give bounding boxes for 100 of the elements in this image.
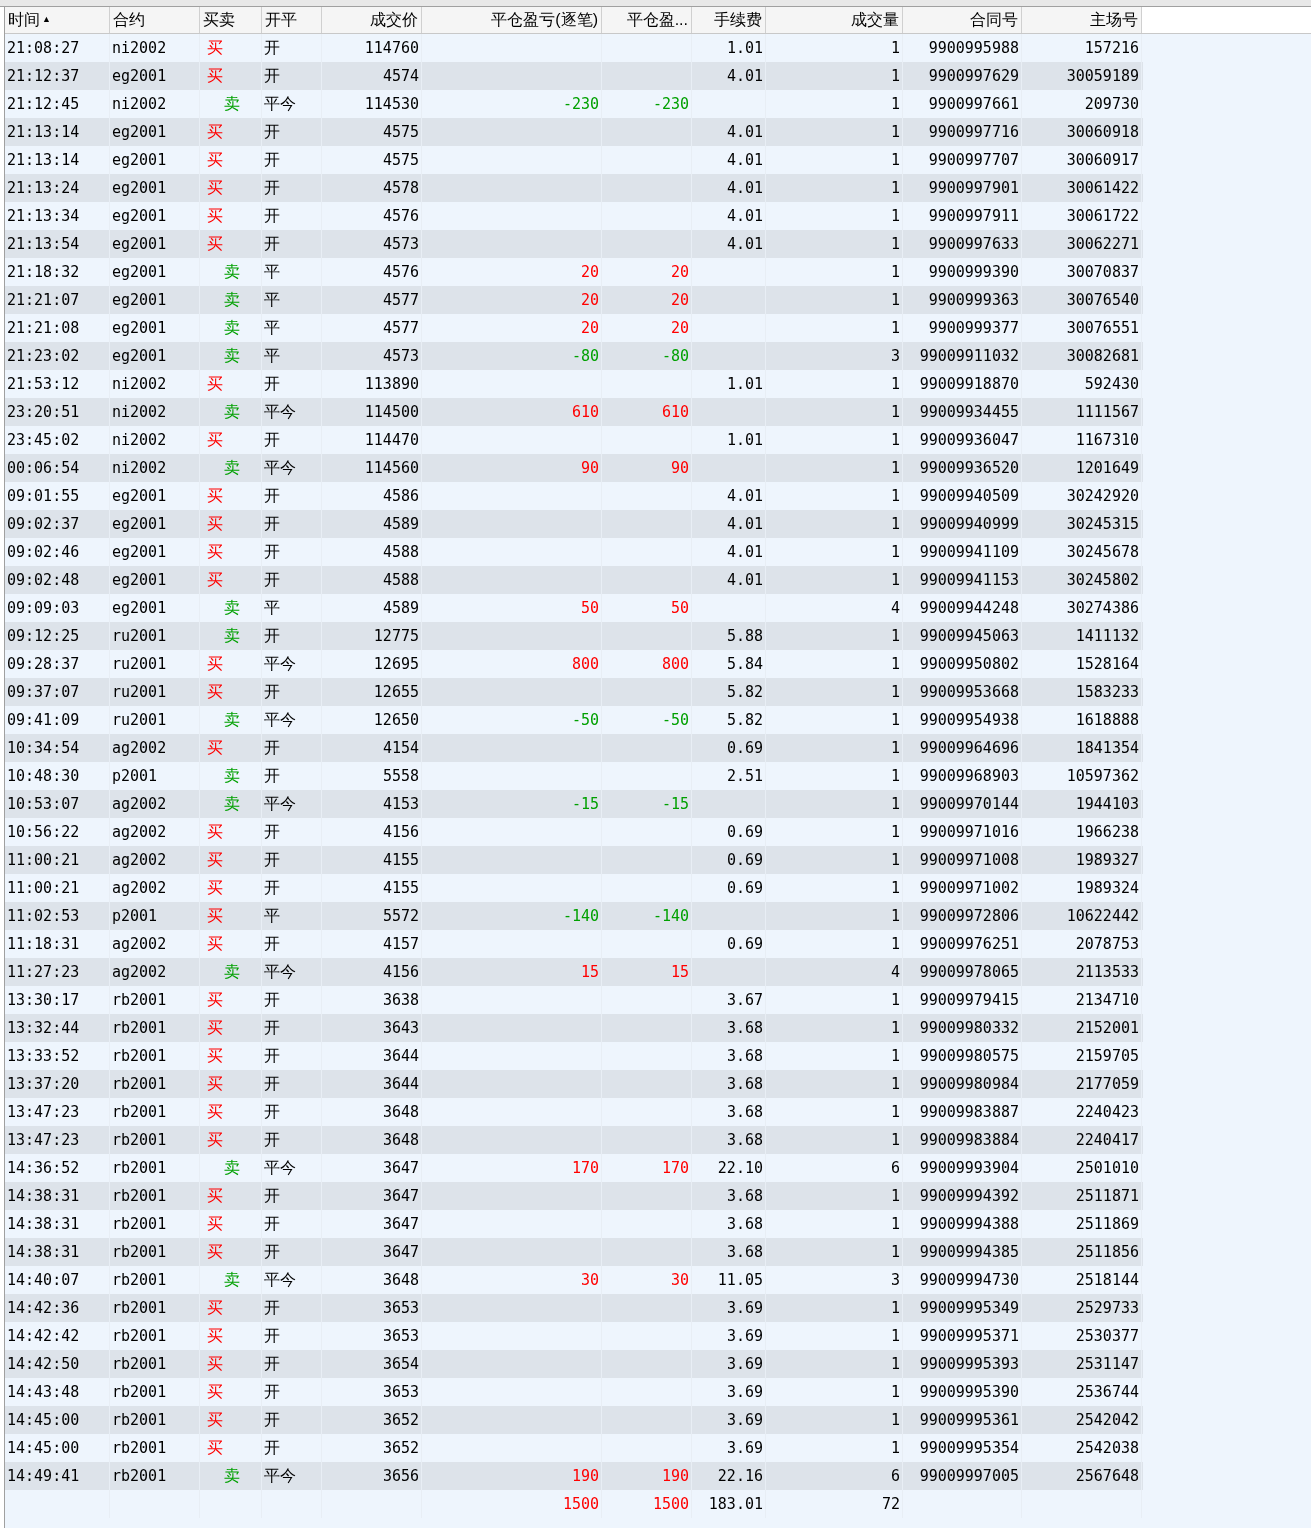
table-row[interactable]: 13:30:17 rb2001 买 开 3638 3.67 1 99009979415 2134710 <box>5 986 1143 1014</box>
column-header[interactable]: 合约 <box>110 7 200 33</box>
table-row[interactable]: 21:13:14 eg2001 买 开 4575 4.01 1 9900997707 30060917 <box>5 146 1143 174</box>
table-cell-text: 买 <box>206 234 223 254</box>
table-row[interactable]: 14:38:31 rb2001 买 开 3647 3.68 1 99009994385 2511856 <box>5 1238 1143 1266</box>
table-cell-text: 99009936520 <box>919 457 1019 479</box>
table-cell-text: 4578 <box>382 177 419 199</box>
table-row[interactable]: 11:02:53 p2001 买 平 5572 -140 -140 1 99009972806 10622442 <box>5 902 1143 930</box>
column-header[interactable]: 平仓盈... <box>602 7 692 33</box>
table-row[interactable]: 10:34:54 ag2002 买 开 4154 0.69 1 99009964696 1841354 <box>5 734 1143 762</box>
table-cell-text: 2542038 <box>1075 1437 1139 1459</box>
table-cell-text: ag2002 <box>112 849 167 871</box>
table-row[interactable]: 21:18:32 eg2001 卖 平 4576 20 20 1 9900999390 30070837 <box>5 258 1143 286</box>
table-cell-text: 14:38:31 <box>7 1241 80 1263</box>
table-row[interactable]: 21:13:14 eg2001 买 开 4575 4.01 1 9900997716 30060918 <box>5 118 1143 146</box>
table-cell-text: 21:21:07 <box>7 289 80 311</box>
column-header[interactable]: 成交量 <box>766 7 903 33</box>
table-cell-text: eg2001 <box>112 513 167 535</box>
table-row[interactable]: 21:08:27 ni2002 买 开 114760 1.01 1 9900995988 157216 <box>5 34 1143 62</box>
table-row[interactable]: 11:18:31 ag2002 买 开 4157 0.69 1 99009976251 2078753 <box>5 930 1143 958</box>
table-row[interactable]: 14:38:31 rb2001 买 开 3647 3.68 1 99009994392 2511871 <box>5 1182 1143 1210</box>
table-row[interactable]: 13:32:44 rb2001 买 开 3643 3.68 1 99009980332 2152001 <box>5 1014 1143 1042</box>
table-cell-text: 买 <box>206 850 223 870</box>
table-cell-text: 99009995349 <box>919 1297 1019 1319</box>
column-header[interactable]: 手续费 <box>692 7 766 33</box>
table-row[interactable]: 14:43:48 rb2001 买 开 3653 3.69 1 99009995390 2536744 <box>5 1378 1143 1406</box>
table-row[interactable]: 09:02:48 eg2001 买 开 4588 4.01 1 99009941153 30245802 <box>5 566 1143 594</box>
table-cell-text: 1583233 <box>1075 681 1139 703</box>
table-cell-text: 卖 <box>223 290 240 310</box>
table-row[interactable]: 21:53:12 ni2002 买 开 113890 1.01 1 99009918870 592430 <box>5 370 1143 398</box>
table-row[interactable]: 00:06:54 ni2002 卖 平今 114560 90 90 1 99009936520 1201649 <box>5 454 1143 482</box>
table-cell-text: 平今 <box>264 1158 296 1178</box>
table-cell-text: 20 <box>580 261 599 283</box>
table-row[interactable]: 23:45:02 ni2002 买 开 114470 1.01 1 99009936047 1167310 <box>5 426 1143 454</box>
table-row[interactable]: 13:37:20 rb2001 买 开 3644 3.68 1 99009980984 2177059 <box>5 1070 1143 1098</box>
table-row[interactable]: 23:20:51 ni2002 卖 平今 114500 610 610 1 99009934455 1111567 <box>5 398 1143 426</box>
column-header[interactable]: 买卖 <box>200 7 262 33</box>
table-cell-text: 卖 <box>223 626 240 646</box>
table-row[interactable]: 21:21:08 eg2001 卖 平 4577 20 20 1 9900999377 30076551 <box>5 314 1143 342</box>
table-row[interactable]: 09:37:07 ru2001 买 开 12655 5.82 1 99009953668 1583233 <box>5 678 1143 706</box>
table-cell-text: 1111567 <box>1075 401 1139 423</box>
table-cell-text: 1 <box>890 765 900 787</box>
column-header[interactable]: 平仓盈亏(逐笔) <box>422 7 602 33</box>
table-row[interactable]: 13:33:52 rb2001 买 开 3644 3.68 1 99009980575 2159705 <box>5 1042 1143 1070</box>
table-cell-text: 3.68 <box>726 1045 763 1067</box>
table-row[interactable]: 14:49:41 rb2001 卖 平今 3656 190 190 22.16 6 99009997005 2567648 <box>5 1462 1143 1490</box>
table-cell-text: 卖 <box>223 1158 240 1178</box>
table-cell-text: 2240423 <box>1075 1101 1139 1123</box>
table-row[interactable]: 14:38:31 rb2001 买 开 3647 3.68 1 99009994388 2511869 <box>5 1210 1143 1238</box>
table-row[interactable]: 14:36:52 rb2001 卖 平今 3647 170 170 22.10 6 99009993904 2501010 <box>5 1154 1143 1182</box>
table-cell-text: 99009976251 <box>919 933 1019 955</box>
table-cell-text: 3.69 <box>726 1297 763 1319</box>
table-cell-text: 99009979415 <box>919 989 1019 1011</box>
table-row[interactable]: 09:28:37 ru2001 买 平今 12695 800 800 5.84 1 99009950802 1528164 <box>5 650 1143 678</box>
table-cell-text: 99009995354 <box>919 1437 1019 1459</box>
column-header[interactable]: 合同号 <box>903 7 1022 33</box>
table-row[interactable]: 11:27:23 ag2002 卖 平今 4156 15 15 4 99009978065 2113533 <box>5 958 1143 986</box>
table-row[interactable]: 09:09:03 eg2001 卖 平 4589 50 50 4 99009944248 30274386 <box>5 594 1143 622</box>
table-row[interactable]: 09:02:46 eg2001 买 开 4588 4.01 1 99009941109 30245678 <box>5 538 1143 566</box>
table-row[interactable]: 21:13:54 eg2001 买 开 4573 4.01 1 9900997633 30062271 <box>5 230 1143 258</box>
column-header[interactable]: 开平 <box>262 7 322 33</box>
table-row[interactable]: 10:56:22 ag2002 买 开 4156 0.69 1 99009971016 1966238 <box>5 818 1143 846</box>
table-row[interactable]: 21:12:45 ni2002 卖 平今 114530 -230 -230 1 9900997661 209730 <box>5 90 1143 118</box>
table-row[interactable]: 11:00:21 ag2002 买 开 4155 0.69 1 99009971008 1989327 <box>5 846 1143 874</box>
table-row[interactable]: 21:13:24 eg2001 买 开 4578 4.01 1 9900997901 30061422 <box>5 174 1143 202</box>
table-row[interactable]: 14:42:36 rb2001 买 开 3653 3.69 1 99009995349 2529733 <box>5 1294 1143 1322</box>
table-row[interactable]: 11:00:21 ag2002 买 开 4155 0.69 1 99009971002 1989324 <box>5 874 1143 902</box>
table-cell-text: 卖 <box>223 710 240 730</box>
table-row[interactable]: 13:47:23 rb2001 买 开 3648 3.68 1 99009983887 2240423 <box>5 1098 1143 1126</box>
table-row[interactable]: 21:23:02 eg2001 卖 平 4573 -80 -80 3 99009911032 30082681 <box>5 342 1143 370</box>
column-header[interactable]: 时间▲ <box>5 7 110 33</box>
table-cell-text: 157216 <box>1084 37 1139 59</box>
table-row[interactable]: 14:42:42 rb2001 买 开 3653 3.69 1 99009995371 2530377 <box>5 1322 1143 1350</box>
table-row[interactable]: 14:45:00 rb2001 买 开 3652 3.69 1 99009995354 2542038 <box>5 1434 1143 1462</box>
table-cell-text: 15 <box>580 961 599 983</box>
table-cell-text: 99009940999 <box>919 513 1019 535</box>
table-row[interactable]: 21:21:07 eg2001 卖 平 4577 20 20 1 9900999363 30076540 <box>5 286 1143 314</box>
table-cell-text: 开 <box>264 934 280 954</box>
table-row[interactable]: 10:48:30 p2001 卖 开 5558 2.51 1 99009968903 10597362 <box>5 762 1143 790</box>
table-row[interactable]: 10:53:07 ag2002 卖 平今 4153 -15 -15 1 99009970144 1944103 <box>5 790 1143 818</box>
table-cell-text: 1618888 <box>1075 709 1139 731</box>
table-cell-text: 3638 <box>382 989 419 1011</box>
table-row[interactable]: 14:42:50 rb2001 买 开 3654 3.69 1 99009995393 2531147 <box>5 1350 1143 1378</box>
table-cell-text: 3653 <box>382 1381 419 1403</box>
table-row[interactable]: 14:40:07 rb2001 卖 平今 3648 30 30 11.05 3 99009994730 2518144 <box>5 1266 1143 1294</box>
table-cell-text: rb2001 <box>112 1017 167 1039</box>
table-row[interactable]: 09:12:25 ru2001 卖 开 12775 5.88 1 99009945063 1411132 <box>5 622 1143 650</box>
table-row[interactable]: 09:01:55 eg2001 买 开 4586 4.01 1 99009940509 30242920 <box>5 482 1143 510</box>
table-row[interactable]: 09:02:37 eg2001 买 开 4589 4.01 1 99009940999 30245315 <box>5 510 1143 538</box>
table-row[interactable]: 13:47:23 rb2001 买 开 3648 3.68 1 99009983884 2240417 <box>5 1126 1143 1154</box>
column-header[interactable]: 成交价 <box>322 7 422 33</box>
table-cell-text: 99009971016 <box>919 821 1019 843</box>
table-cell-text: 9900997911 <box>928 205 1019 227</box>
table-cell-text: ag2002 <box>112 737 167 759</box>
table-cell-text: 2078753 <box>1075 933 1139 955</box>
table-row[interactable]: 21:13:34 eg2001 买 开 4576 4.01 1 9900997911 30061722 <box>5 202 1143 230</box>
table-row[interactable]: 21:12:37 eg2001 买 开 4574 4.01 1 9900997629 30059189 <box>5 62 1143 90</box>
table-row[interactable]: 14:45:00 rb2001 买 开 3652 3.69 1 99009995361 2542042 <box>5 1406 1143 1434</box>
table-row[interactable]: 09:41:09 ru2001 卖 平今 12650 -50 -50 5.82 1 99009954938 1618888 <box>5 706 1143 734</box>
table-cell-text: 买 <box>206 1074 223 1094</box>
